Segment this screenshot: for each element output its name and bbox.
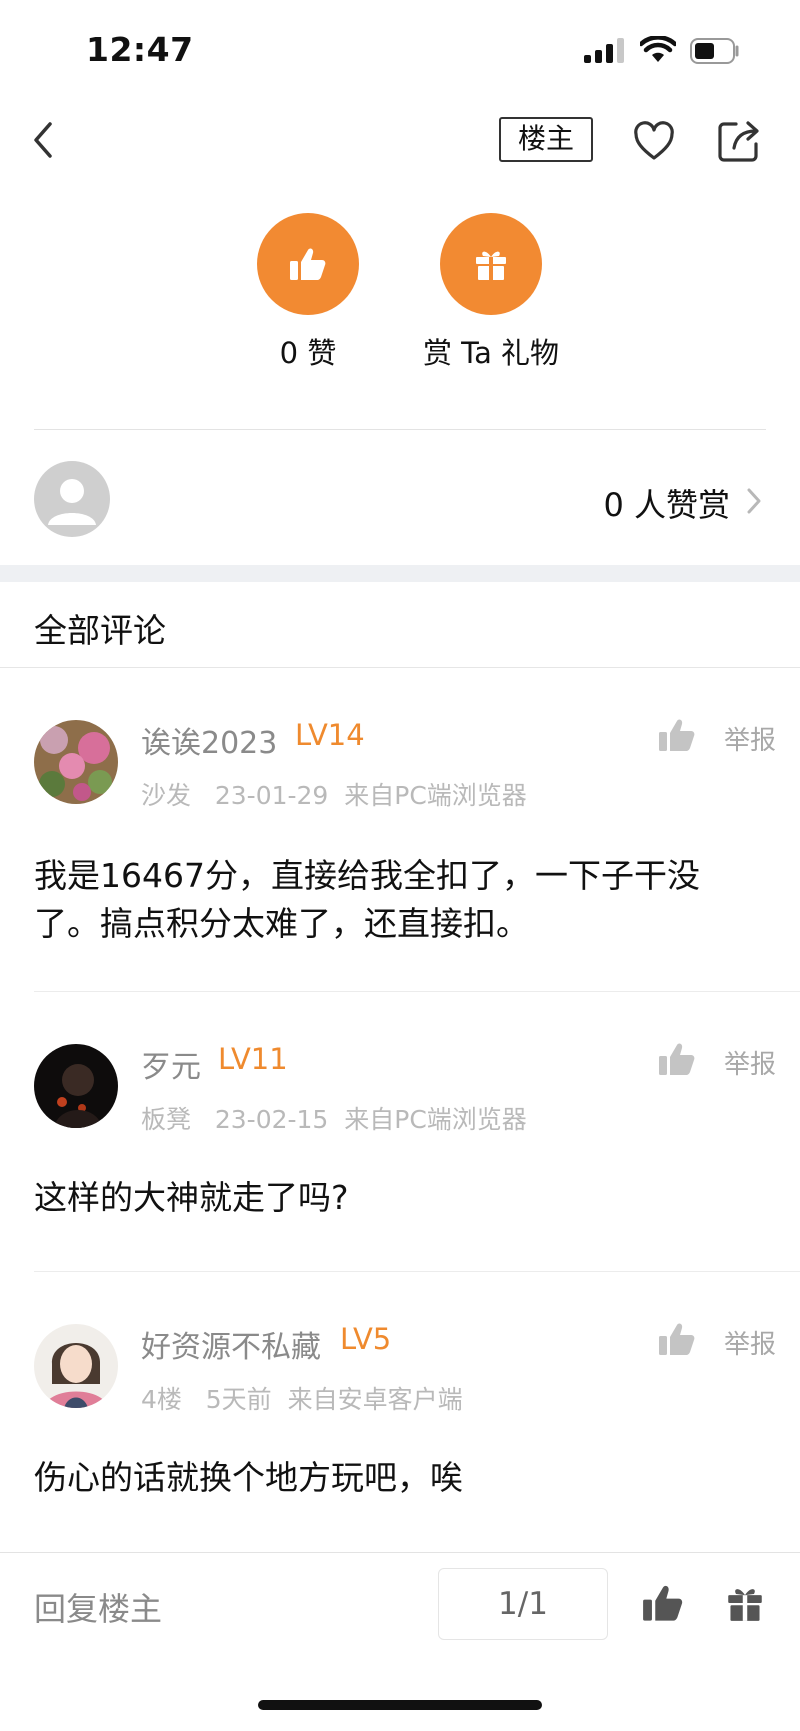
share-icon[interactable]: [716, 118, 762, 164]
section-title: 全部评论: [34, 611, 166, 650]
comment-like-icon[interactable]: [658, 1322, 696, 1356]
comment-meta: 板凳 23-02-15 来自PC端浏览器: [141, 1100, 527, 1136]
section-separator: [0, 565, 800, 582]
comment-source: 来自PC端浏览器: [344, 781, 527, 810]
home-indicator[interactable]: [258, 1700, 542, 1710]
comment-date: 23-02-15: [214, 1105, 329, 1134]
divider: [34, 991, 800, 992]
report-button[interactable]: 举报: [724, 720, 776, 757]
owner-only-toggle[interactable]: 楼主: [499, 117, 593, 162]
comment-username[interactable]: 好资源不私藏: [141, 1322, 321, 1366]
comment-body: 我是16467分，直接给我全扣了，一下子干没了。搞点积分太难了，还直接扣。: [34, 856, 700, 943]
comment-floor: 板凳: [141, 1105, 192, 1134]
comment-floor: 沙发: [141, 781, 192, 810]
avatar[interactable]: [34, 1044, 118, 1128]
comment-username[interactable]: 歹元: [141, 1042, 201, 1086]
comment-source: 来自PC端浏览器: [344, 1105, 527, 1134]
gift-label: 赏 Ta 礼物: [422, 336, 560, 370]
comment-date: 5天前: [205, 1385, 272, 1414]
like-post-button[interactable]: [257, 213, 359, 315]
comment-floor: 4楼: [141, 1385, 182, 1414]
avatar[interactable]: [34, 1324, 118, 1408]
wifi-icon: [640, 36, 676, 62]
comment-meta: 4楼 5天前 来自安卓客户端: [141, 1380, 463, 1416]
comment-body: 这样的大神就走了吗?: [34, 1178, 349, 1217]
divider: [0, 667, 800, 668]
thumbs-up-icon[interactable]: [642, 1584, 684, 1622]
back-arrow-icon[interactable]: [28, 118, 64, 162]
avatar[interactable]: [34, 720, 118, 804]
user-level-badge: LV11: [218, 1042, 288, 1076]
supporters-count[interactable]: 0 人赞赏: [603, 480, 730, 526]
favorite-heart-icon[interactable]: [632, 120, 676, 164]
gift-icon: [476, 251, 506, 280]
report-button[interactable]: 举报: [724, 1044, 776, 1081]
user-level-badge: LV14: [295, 718, 365, 752]
comment-meta: 沙发 23-01-29 来自PC端浏览器: [141, 776, 527, 812]
thumbs-up-icon: [290, 248, 326, 280]
like-count-label: 0 赞: [279, 336, 337, 370]
chevron-right-icon[interactable]: [744, 485, 764, 517]
send-gift-button[interactable]: [440, 213, 542, 315]
status-time: 12:47: [86, 30, 194, 69]
battery-icon: [690, 38, 739, 64]
report-button[interactable]: 举报: [724, 1324, 776, 1361]
comment-body: 伤心的话就换个地方玩吧，唉: [34, 1458, 463, 1497]
divider: [0, 1552, 800, 1553]
gift-icon[interactable]: [726, 1584, 764, 1622]
cellular-signal-icon: [584, 38, 624, 63]
user-level-badge: LV5: [340, 1322, 392, 1356]
comment-like-icon[interactable]: [658, 1042, 696, 1076]
comment-like-icon[interactable]: [658, 718, 696, 752]
divider: [34, 429, 766, 430]
reply-input[interactable]: 回复楼主: [34, 1584, 162, 1630]
divider: [34, 1271, 800, 1272]
comment-date: 23-01-29: [214, 781, 329, 810]
comment-username[interactable]: 诶诶2023: [141, 718, 277, 762]
default-avatar-icon: [34, 461, 110, 537]
page-selector[interactable]: 1/1: [438, 1568, 608, 1640]
comment-source: 来自安卓客户端: [287, 1385, 463, 1414]
